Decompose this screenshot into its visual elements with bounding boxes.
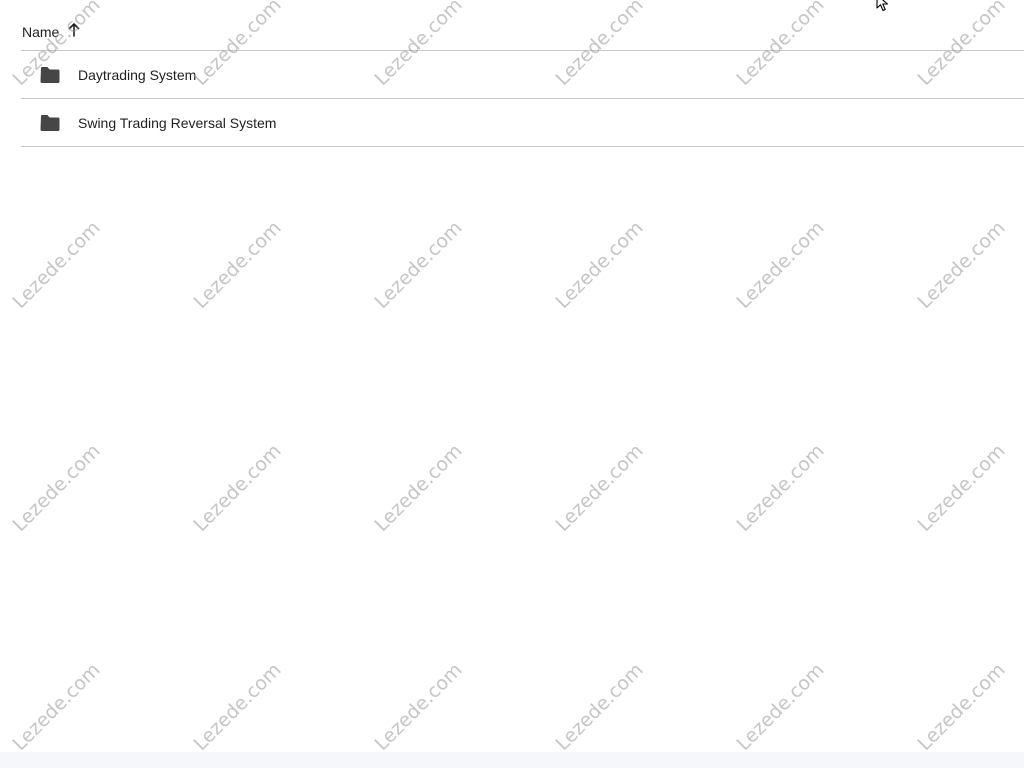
watermark-text: Lezede.com	[189, 658, 286, 755]
watermark-text: Lezede.com	[189, 216, 286, 313]
watermark-text: Lezede.com	[189, 439, 286, 536]
watermark-text: Lezede.com	[551, 216, 648, 313]
name-column-label: Name	[22, 23, 60, 40]
arrow-up-icon[interactable]	[68, 22, 80, 37]
bottom-strip	[0, 752, 1024, 768]
folder-icon	[39, 114, 61, 132]
row-label: Swing Trading Reversal System	[78, 114, 277, 131]
watermark-text: Lezede.com	[370, 216, 467, 313]
watermark-text: Lezede.com	[732, 439, 829, 536]
folder-row-swing-trading-reversal-system[interactable]: Swing Trading Reversal System	[21, 99, 1024, 147]
watermark-text: Lezede.com	[913, 216, 1010, 313]
watermark-text: Lezede.com	[8, 216, 105, 313]
watermark-text: Lezede.com	[551, 658, 648, 755]
watermark-text: Lezede.com	[551, 439, 648, 536]
watermark-text: Lezede.com	[370, 439, 467, 536]
folder-row-daytrading-system[interactable]: Daytrading System	[21, 51, 1024, 99]
watermark-text: Lezede.com	[913, 439, 1010, 536]
watermark-text: Lezede.com	[370, 658, 467, 755]
watermark-text: Lezede.com	[913, 658, 1010, 755]
list-header: Name	[21, 0, 1024, 51]
watermark-text: Lezede.com	[732, 216, 829, 313]
file-list: Name Daytrading System Swing Trading Rev…	[21, 0, 1024, 147]
watermark-text: Lezede.com	[8, 439, 105, 536]
watermark-text: Lezede.com	[732, 658, 829, 755]
folder-icon	[39, 66, 61, 84]
row-label: Daytrading System	[78, 66, 197, 83]
file-browser-page: Name Daytrading System Swing Trading Rev…	[0, 0, 1024, 768]
mouse-cursor-icon	[876, 0, 889, 12]
name-sort-header[interactable]: Name	[22, 22, 80, 40]
watermark-text: Lezede.com	[8, 658, 105, 755]
